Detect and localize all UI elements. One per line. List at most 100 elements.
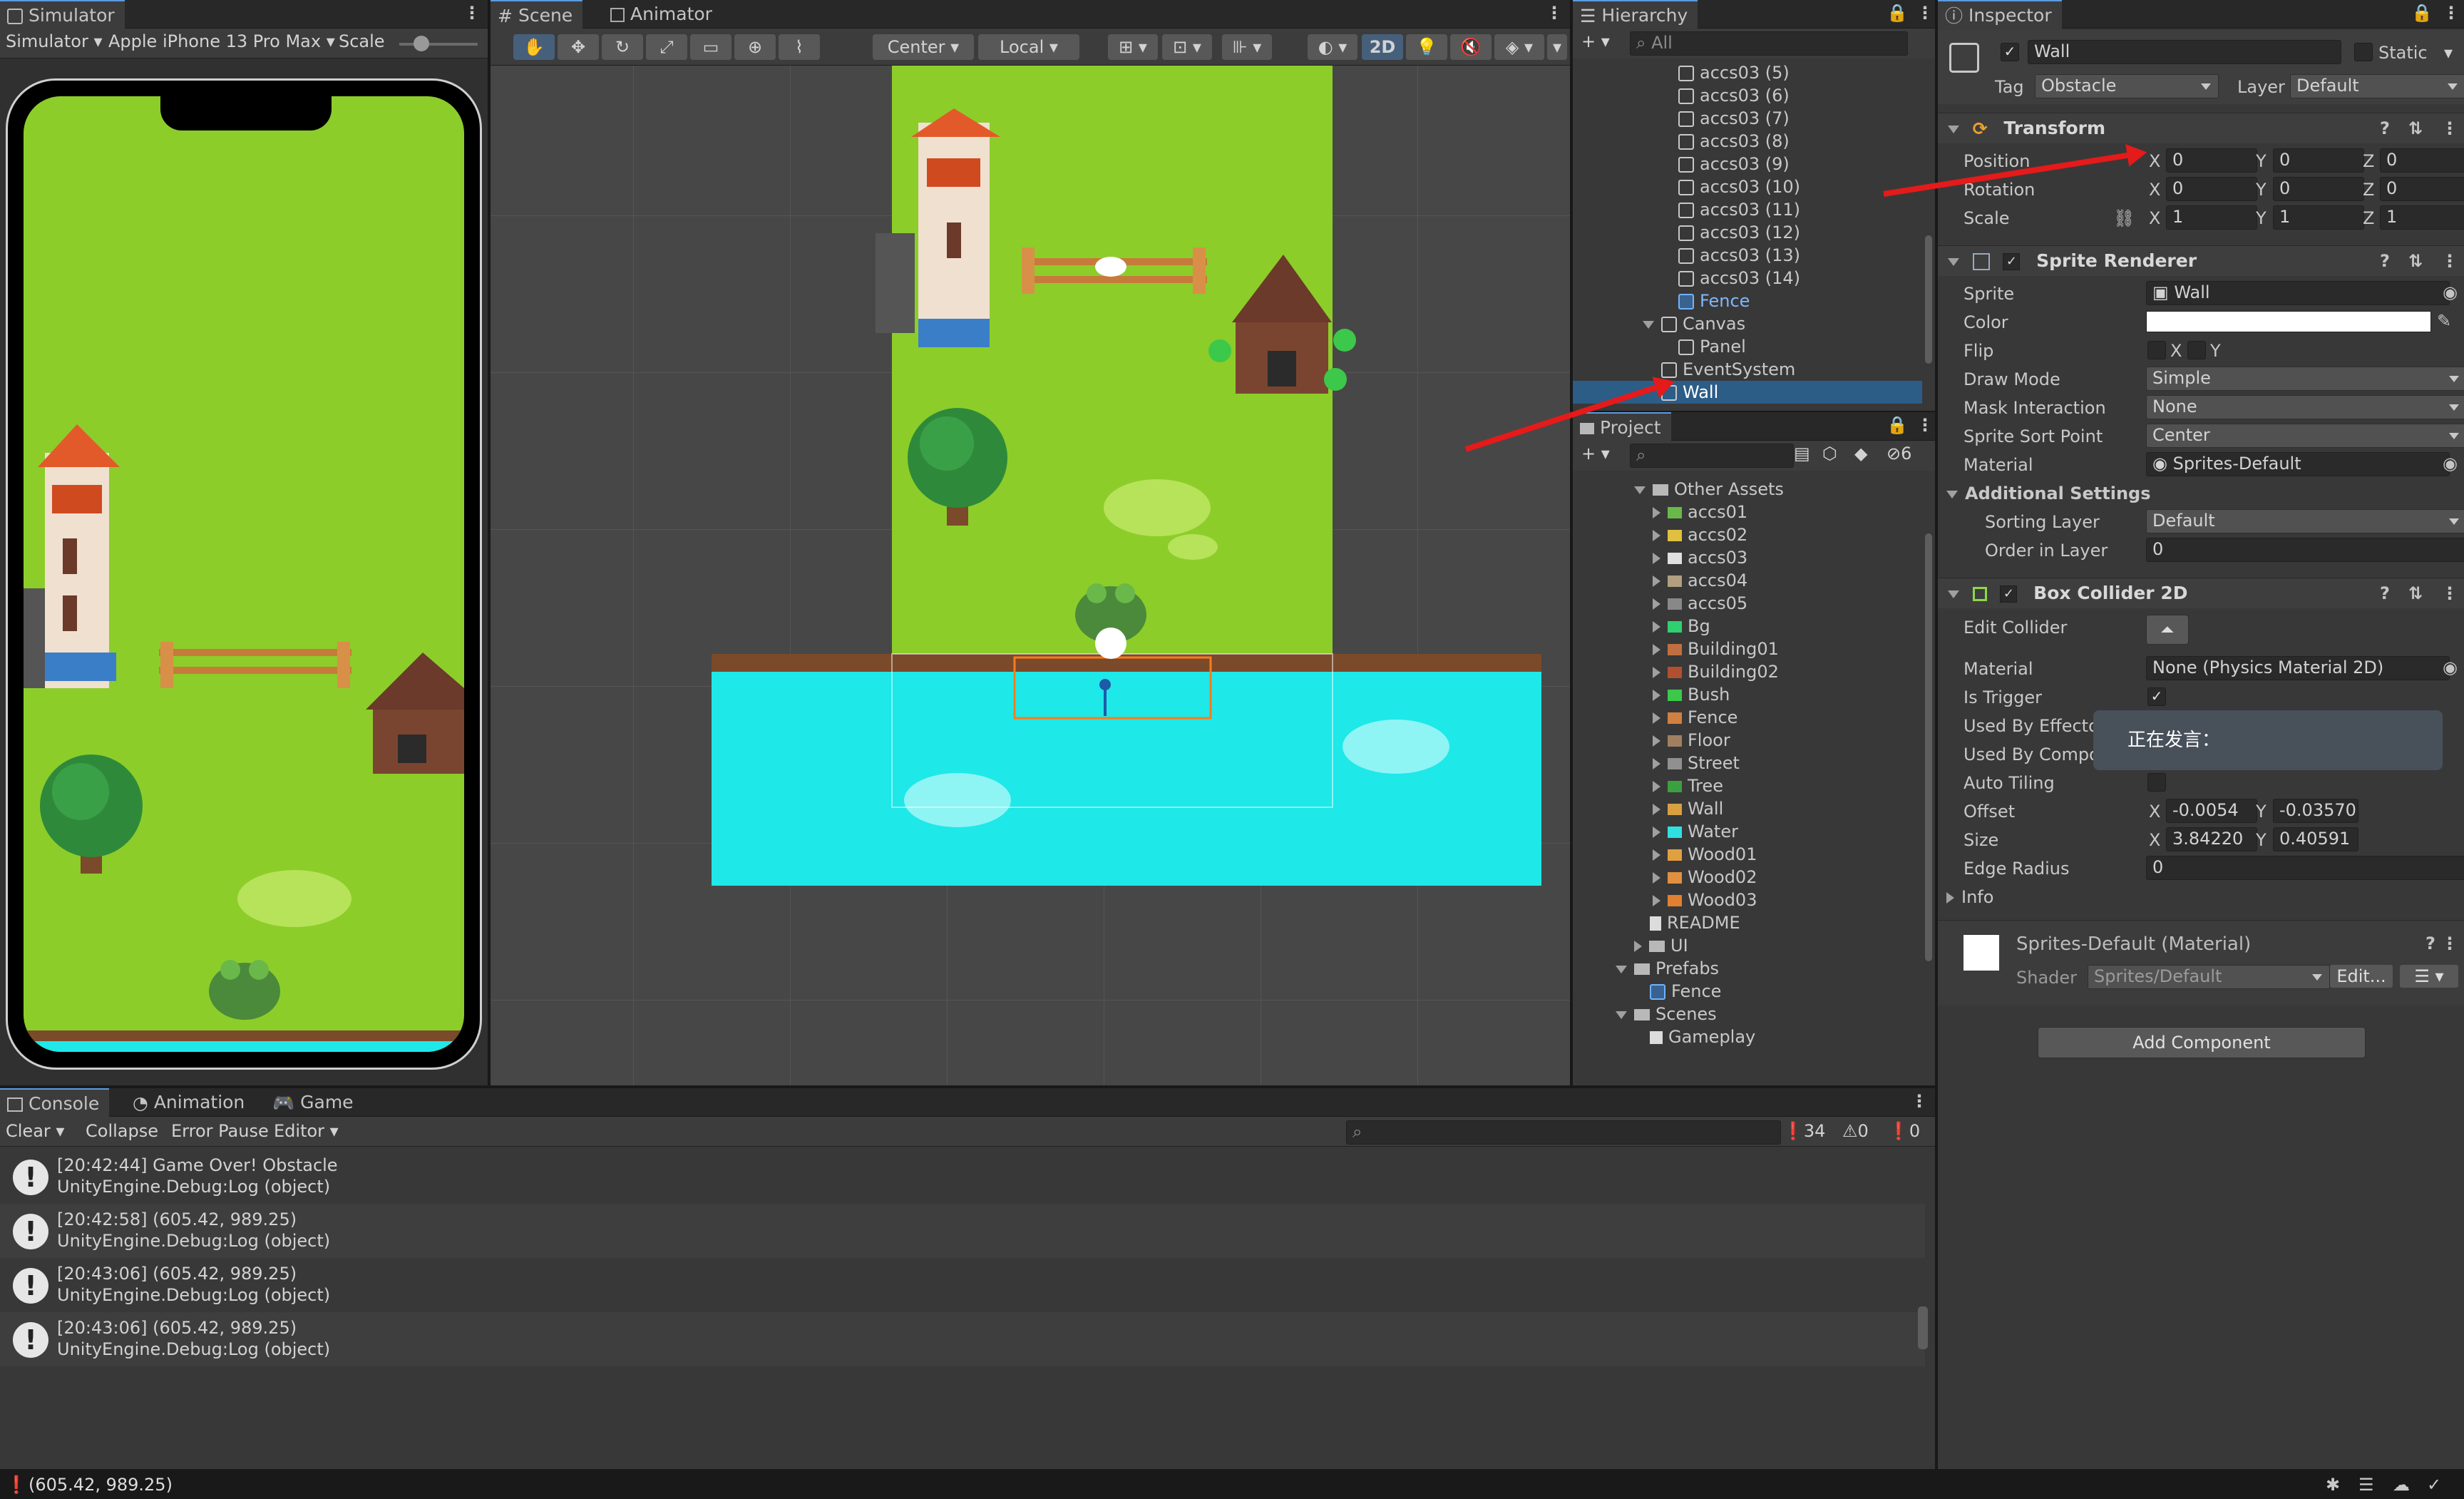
color-swatch[interactable] [2146, 311, 2431, 332]
transform-help-icon[interactable]: ? [2380, 118, 2390, 138]
favorite-icon[interactable]: ◆ [1854, 444, 1867, 464]
console-entry[interactable]: ! [20:43:06] (605.42, 989.25) UnityEngine.… [0, 1312, 1925, 1366]
move-gizmo-handle[interactable] [1099, 679, 1111, 690]
transform-preset-icon[interactable]: ⇅ [2408, 118, 2423, 138]
inspector-lock-icon[interactable]: 🔒 [2411, 3, 2433, 23]
tab-simulator[interactable]: Simulator [0, 0, 125, 30]
warning-count-toggle[interactable]: ⚠0 [1842, 1121, 1869, 1141]
project-item[interactable]: Fence [1573, 980, 1922, 1003]
foldout-icon[interactable] [1653, 575, 1660, 587]
move-tool-button[interactable]: ✥ [558, 34, 599, 60]
scene-viewport[interactable] [491, 66, 1570, 1085]
project-item[interactable]: Street [1573, 752, 1922, 774]
box-collider-enabled-checkbox[interactable]: ✓ [2000, 585, 2018, 603]
tab-inspector[interactable]: ⓘ Inspector [1938, 0, 2062, 30]
tab-scene[interactable]: # Scene [491, 0, 583, 30]
sprite-renderer-help-icon[interactable]: ? [2380, 251, 2390, 271]
add-component-button[interactable]: Add Component [2038, 1027, 2366, 1058]
status-bug-icon[interactable]: ✱ [2326, 1475, 2340, 1495]
rotation-x-field[interactable]: 0 [2166, 177, 2257, 201]
project-item[interactable]: accs01 [1573, 501, 1922, 523]
info-foldout[interactable]: Info [1946, 887, 1993, 907]
shader-edit-button[interactable]: Edit... [2330, 965, 2393, 988]
hierarchy-item[interactable]: EventSystem [1573, 358, 1922, 381]
position-x-field[interactable]: 0 [2166, 148, 2257, 173]
lock-icon[interactable]: 🔒 [1886, 3, 1908, 23]
is-trigger-checkbox[interactable]: ✓ [2147, 687, 2166, 706]
foldout-icon[interactable] [1653, 690, 1660, 701]
console-menu-icon[interactable]: ⋮ [1911, 1091, 1928, 1111]
editor-dropdown[interactable]: Editor ▾ [274, 1121, 339, 1141]
phone-screen[interactable] [24, 96, 464, 1052]
console-entry[interactable]: ! [20:42:58] (605.42, 989.25) UnityEngine.… [0, 1204, 1925, 1258]
hierarchy-item[interactable]: accs03 (5) [1573, 61, 1922, 84]
status-message[interactable]: (605.42, 989.25) [29, 1475, 173, 1495]
hierarchy-item[interactable]: Panel [1573, 335, 1922, 358]
box-collider-preset-icon[interactable]: ⇅ [2408, 583, 2423, 603]
clear-button[interactable]: Clear ▾ [6, 1121, 64, 1141]
rotation-y-field[interactable]: 0 [2273, 177, 2364, 201]
project-item[interactable]: README [1573, 911, 1922, 934]
project-item[interactable]: Bush [1573, 683, 1922, 706]
tab-animation[interactable]: ◔ Animation [125, 1088, 255, 1117]
foldout-icon[interactable] [1616, 1011, 1627, 1019]
grid-visibility-button[interactable]: ⊡ ▾ [1162, 34, 1212, 60]
project-item[interactable]: Wall [1573, 797, 1922, 820]
hierarchy-item[interactable]: accs03 (11) [1573, 198, 1922, 221]
tag-dropdown[interactable]: Obstacle [2035, 74, 2219, 98]
foldout-icon[interactable] [1653, 735, 1660, 747]
console-entry[interactable]: ! [20:43:06] (605.42, 989.25) UnityEngine.… [0, 1258, 1925, 1312]
draw-mode-dropdown[interactable]: Simple [2146, 367, 2464, 391]
flip-x-checkbox[interactable] [2147, 341, 2166, 359]
project-item[interactable]: Wood01 [1573, 843, 1922, 866]
hierarchy-item[interactable]: accs03 (6) [1573, 84, 1922, 107]
tab-console[interactable]: Console [0, 1088, 110, 1118]
rotation-z-field[interactable]: 0 [2380, 177, 2464, 201]
search-by-type-icon[interactable]: ▤ [1794, 444, 1810, 464]
foldout-icon[interactable] [1653, 758, 1660, 769]
additional-settings-foldout[interactable]: Additional Settings [1946, 484, 2151, 503]
foldout-icon[interactable] [1653, 644, 1660, 655]
hierarchy-item[interactable]: accs03 (9) [1573, 153, 1922, 175]
rotate-tool-button[interactable]: ↻ [602, 34, 643, 60]
project-lock-icon[interactable]: 🔒 [1886, 415, 1908, 435]
position-y-field[interactable]: 0 [2273, 148, 2364, 173]
project-item[interactable]: accs04 [1573, 569, 1922, 592]
hand-tool-button[interactable]: ✋ [513, 34, 555, 60]
constrain-proportions-icon[interactable]: ⛓ [2113, 208, 2135, 228]
hierarchy-item[interactable]: Canvas [1573, 312, 1922, 335]
project-item[interactable]: Wood03 [1573, 889, 1922, 911]
project-item[interactable]: Gameplay [1573, 1025, 1922, 1048]
hierarchy-item[interactable]: accs03 (7) [1573, 107, 1922, 130]
project-add-button[interactable]: + ▾ [1581, 444, 1610, 464]
box-collider-help-icon[interactable]: ? [2380, 583, 2390, 603]
project-item[interactable]: Prefabs [1573, 957, 1922, 980]
scene-menu-icon[interactable]: ⋮ [1546, 3, 1563, 23]
status-cloud-icon[interactable]: ☁ [2393, 1475, 2410, 1495]
custom-tool-button[interactable]: ⌇ [779, 34, 820, 60]
rect-tool-button[interactable]: ▭ [690, 34, 732, 60]
foldout-icon[interactable] [1653, 553, 1660, 564]
foldout-icon[interactable] [1616, 965, 1627, 973]
tab-hierarchy[interactable]: ☰ Hierarchy [1573, 0, 1698, 30]
foldout-icon[interactable] [1634, 941, 1642, 952]
material-menu-icon[interactable]: ⋮ [2441, 933, 2458, 953]
foldout-icon[interactable] [1653, 621, 1660, 633]
project-scrollbar[interactable] [1925, 533, 1932, 961]
collider-material-picker-icon[interactable]: ◉ [2443, 658, 2458, 677]
layer-dropdown[interactable]: Default [2290, 74, 2464, 98]
hierarchy-item[interactable]: accs03 (8) [1573, 130, 1922, 153]
sprite-renderer-enabled-checkbox[interactable]: ✓ [2003, 253, 2021, 270]
size-y-field[interactable]: 0.40591 [2273, 827, 2358, 851]
project-search-input[interactable]: ⌕ [1630, 444, 1794, 468]
material-help-icon[interactable]: ? [2426, 933, 2435, 953]
scale-tool-button[interactable]: ⤢ [646, 34, 687, 60]
foldout-icon[interactable] [1653, 507, 1660, 518]
flip-y-checkbox[interactable] [2187, 341, 2206, 359]
hierarchy-item[interactable]: accs03 (13) [1573, 244, 1922, 267]
project-item[interactable]: Water [1573, 820, 1922, 843]
space-dropdown[interactable]: Local ▾ [978, 34, 1079, 60]
foldout-icon[interactable] [1634, 486, 1646, 494]
simulator-mode-dropdown[interactable]: Simulator ▾ [6, 31, 103, 51]
shading-mode-button[interactable]: ◐ ▾ [1308, 34, 1357, 60]
